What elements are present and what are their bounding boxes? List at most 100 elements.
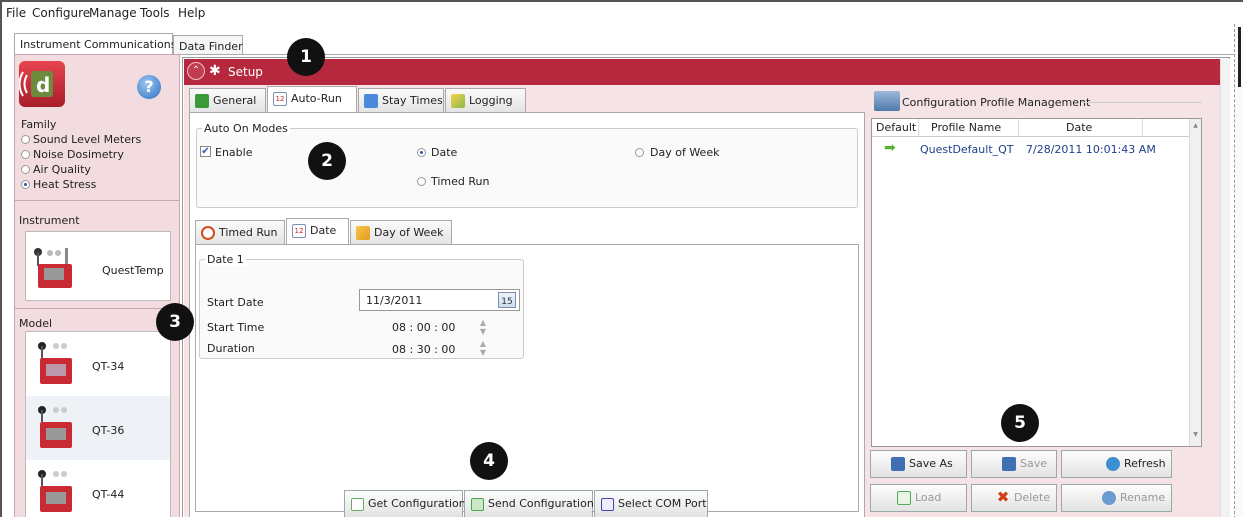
enable-checkbox[interactable]: ✔	[200, 146, 211, 157]
tab-general[interactable]: General	[189, 88, 266, 112]
start-date-input[interactable]: 11/3/2011 15	[359, 289, 520, 311]
qt34-device-icon	[38, 342, 72, 384]
send-configuration-button[interactable]: Send Configuration	[464, 490, 594, 517]
callout-3: 3	[156, 303, 194, 341]
app-logo: d	[18, 61, 65, 107]
profile-management-title: Configuration Profile Management	[902, 96, 1091, 109]
subtab-timed-run[interactable]: Timed Run	[195, 220, 285, 244]
get-config-icon	[351, 497, 364, 511]
profile-row[interactable]: ➡ QuestDefault_QT 7/28/2011 10:01:43 AM	[872, 139, 1189, 159]
instrument-name: QuestTemp	[102, 264, 164, 277]
help-icon[interactable]: ?	[137, 75, 161, 99]
clock-icon	[201, 226, 215, 240]
mode-day-of-week-label: Day of Week	[650, 146, 720, 159]
mode-radio-timed-run[interactable]	[417, 177, 426, 186]
enable-label: Enable	[215, 146, 253, 159]
col-default[interactable]: Default	[876, 121, 916, 134]
col-date[interactable]: Date	[1066, 121, 1092, 134]
stay-times-icon	[364, 94, 378, 108]
model-item-qt36[interactable]: QT-36	[26, 396, 170, 460]
save-as-icon	[891, 457, 905, 471]
model-label: Model	[19, 317, 53, 330]
model-item-qt44[interactable]: QT-44	[26, 460, 170, 517]
profile-list: Default Profile Name Date ➡ QuestDefault…	[871, 118, 1202, 447]
qt44-device-icon	[38, 470, 72, 512]
d-logo-icon: d	[18, 71, 53, 97]
setup-title: Setup	[228, 65, 263, 79]
pencil-icon	[451, 94, 465, 108]
mode-radio-date[interactable]	[417, 148, 426, 157]
profile-list-scrollbar[interactable]: ▲ ▼	[1189, 119, 1201, 446]
left-panel: d ? Family Sound Level Meters Noise Dosi…	[14, 54, 180, 517]
save-as-button[interactable]: Save As	[870, 450, 967, 478]
refresh-button[interactable]: Refresh	[1061, 450, 1172, 478]
rename-icon	[1102, 491, 1116, 505]
start-date-value: 11/3/2011	[366, 294, 423, 307]
select-com-port-button[interactable]: Select COM Port	[594, 490, 708, 517]
callout-2: 2	[308, 142, 346, 180]
model-name: QT-44	[92, 488, 125, 501]
subtab-date[interactable]: 12 Date	[286, 218, 349, 244]
start-time-label: Start Time	[207, 321, 265, 334]
family-noise-dosimetry-label: Noise Dosimetry	[33, 148, 124, 161]
save-icon	[1002, 457, 1016, 471]
tab-logging[interactable]: Logging	[445, 88, 526, 112]
family-radio-heat-stress[interactable]	[21, 180, 30, 189]
tab-auto-run[interactable]: 12 Auto-Run	[267, 86, 357, 112]
start-time-spinner-icon[interactable]: ▲ ▼	[478, 318, 488, 336]
tab-data-finder[interactable]: Data Finder	[173, 35, 243, 55]
gear-icon: ✱	[209, 63, 221, 79]
col-profile-name[interactable]: Profile Name	[931, 121, 1001, 134]
model-name: QT-34	[92, 360, 125, 373]
calendar-icon: 12	[292, 224, 306, 238]
callout-4: 4	[470, 442, 508, 480]
calendar-picker-icon[interactable]: 15	[498, 292, 516, 308]
family-label: Family	[21, 118, 57, 131]
menu-help[interactable]: Help	[178, 6, 205, 20]
delete-button[interactable]: ✖ Delete	[971, 484, 1057, 512]
collapse-toggle-icon[interactable]: ⌃	[187, 62, 205, 80]
start-time-value[interactable]: 08 : 00 : 00	[392, 321, 455, 334]
rename-button[interactable]: Rename	[1061, 484, 1172, 512]
save-button[interactable]: Save	[971, 450, 1057, 478]
calendar-icon: 12	[273, 92, 287, 106]
mode-radio-day-of-week[interactable]	[635, 148, 644, 157]
general-icon	[195, 94, 209, 108]
week-icon	[356, 226, 370, 240]
callout-5: 5	[1001, 404, 1039, 442]
menu-configure[interactable]: Configure	[32, 6, 90, 20]
get-configuration-button[interactable]: Get Configuration	[344, 490, 466, 517]
svg-text:d: d	[36, 73, 50, 97]
com-port-icon	[601, 497, 614, 511]
profile-date-cell: 7/28/2011 10:01:43 AM	[1026, 143, 1156, 156]
instrument-card[interactable]: QuestTemp	[25, 231, 171, 301]
menu-file[interactable]: File	[6, 6, 26, 20]
setup-scrollbar[interactable]	[1220, 59, 1230, 517]
tab-instrument-communications[interactable]: Instrument Communications	[14, 33, 176, 55]
qt36-device-icon	[38, 406, 72, 448]
duration-value[interactable]: 08 : 30 : 00	[392, 343, 455, 356]
window-scrollbar[interactable]	[1234, 24, 1243, 517]
auto-on-modes-label: Auto On Modes	[202, 122, 290, 135]
tab-stay-times[interactable]: Stay Times	[358, 88, 444, 112]
profile-list-header: Default Profile Name Date	[872, 119, 1189, 137]
duration-spinner-icon[interactable]: ▲ ▼	[478, 339, 488, 357]
duration-label: Duration	[207, 342, 255, 355]
subtab-day-of-week[interactable]: Day of Week	[350, 220, 452, 244]
refresh-icon	[1106, 457, 1120, 471]
model-list: QT-34 QT-36 QT-44	[25, 331, 171, 517]
family-radio-sound-level[interactable]	[21, 135, 30, 144]
menu-manage[interactable]: Manage	[89, 6, 137, 20]
auto-on-modes-group	[196, 128, 858, 208]
model-item-qt34[interactable]: QT-34	[26, 332, 170, 396]
start-date-label: Start Date	[207, 296, 264, 309]
menu-tools[interactable]: Tools	[140, 6, 170, 20]
setup-header	[184, 59, 1228, 85]
family-air-quality-label: Air Quality	[33, 163, 91, 176]
profile-name-cell: QuestDefault_QT	[920, 143, 1014, 156]
load-button[interactable]: Load	[870, 484, 967, 512]
family-radio-air-quality[interactable]	[21, 165, 30, 174]
load-icon	[897, 491, 911, 505]
family-radio-noise-dosimetry[interactable]	[21, 150, 30, 159]
questtemp-device-icon	[34, 248, 72, 288]
